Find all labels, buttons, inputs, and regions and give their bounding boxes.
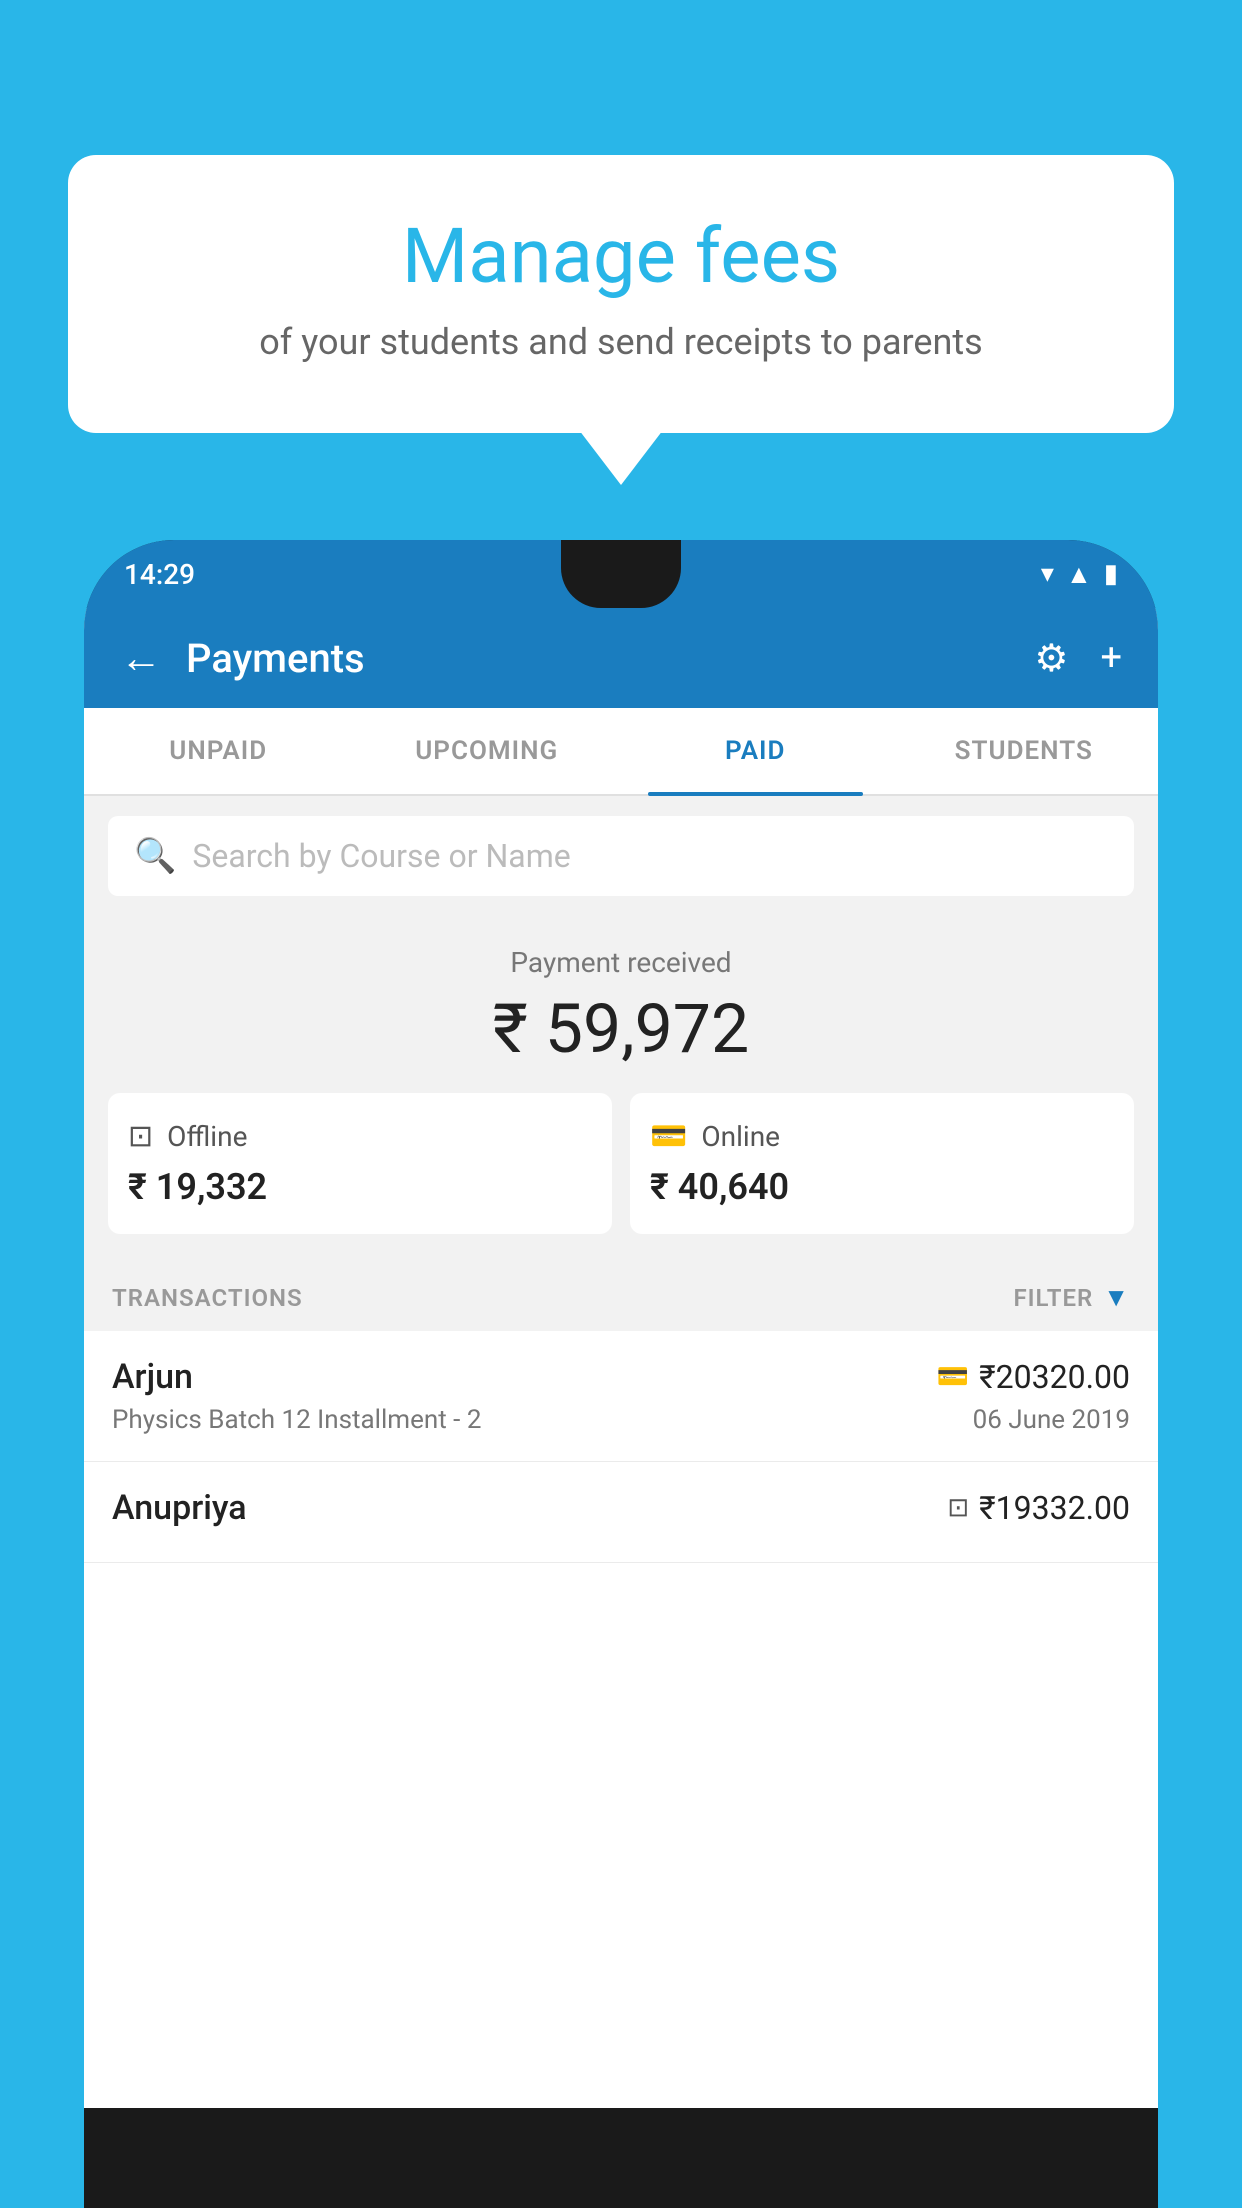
transaction-amount: 💳 ₹20320.00 [937,1358,1130,1396]
transaction-amount: ⊡ ₹19332.00 [947,1489,1130,1527]
notch [561,540,681,608]
offline-payment-icon: ⊡ [947,1493,969,1523]
payment-cards: ⊡ Offline ₹ 19,332 💳 Online ₹ 40,640 [108,1093,1134,1234]
filter-label: FILTER [1013,1284,1093,1312]
tab-paid[interactable]: PAID [621,708,890,794]
status-icons: ▾ ▲ ▮ [1041,559,1118,590]
tab-upcoming[interactable]: UPCOMING [353,708,622,794]
status-time: 14:29 [124,558,195,591]
signal-icon: ▲ [1066,559,1092,590]
filter-icon: ▼ [1103,1282,1130,1313]
settings-icon[interactable]: ⚙ [1034,636,1068,681]
app-header: ← Payments ⚙ + [84,608,1158,708]
tab-students[interactable]: STUDENTS [890,708,1159,794]
transaction-name: Arjun [112,1357,193,1397]
battery-icon: ▮ [1104,559,1118,589]
transaction-bottom: Physics Batch 12 Installment - 2 06 June… [112,1405,1130,1435]
transaction-top: Anupriya ⊡ ₹19332.00 [112,1488,1130,1528]
status-bar: 14:29 ▾ ▲ ▮ [84,540,1158,608]
tab-unpaid[interactable]: UNPAID [84,708,353,794]
transaction-name: Anupriya [112,1488,247,1528]
card-payment-icon: 💳 [937,1362,969,1392]
search-bar[interactable]: 🔍 Search by Course or Name [108,816,1134,896]
phone-inner: ← Payments ⚙ + UNPAID UPCOMING PAID STUD… [84,608,1158,2108]
page-title: Payments [186,635,1034,682]
bubble-subtitle: of your students and send receipts to pa… [118,321,1124,363]
online-card: 💳 Online ₹ 40,640 [630,1093,1134,1234]
filter-button[interactable]: FILTER ▼ [1013,1282,1130,1313]
phone-content: 🔍 Search by Course or Name Payment recei… [84,796,1158,1563]
transactions-label: TRANSACTIONS [112,1284,303,1312]
offline-amount: ₹ 19,332 [128,1166,267,1208]
phone-frame: 14:29 ▾ ▲ ▮ ← Payments ⚙ + UNPAID UPCOMI… [84,540,1158,2208]
header-actions: ⚙ + [1034,636,1122,681]
wifi-icon: ▾ [1041,559,1054,589]
search-placeholder-text: Search by Course or Name [192,837,570,875]
search-icon: 🔍 [134,836,176,876]
offline-label: Offline [167,1120,247,1153]
transaction-date: 06 June 2019 [973,1405,1130,1435]
offline-card: ⊡ Offline ₹ 19,332 [108,1093,612,1234]
table-row[interactable]: Arjun 💳 ₹20320.00 Physics Batch 12 Insta… [84,1331,1158,1462]
tabs: UNPAID UPCOMING PAID STUDENTS [84,708,1158,796]
online-icon: 💳 [650,1119,687,1154]
offline-icon: ⊡ [128,1119,153,1154]
payment-total-amount: ₹ 59,972 [104,989,1138,1069]
offline-card-header: ⊡ Offline [128,1119,247,1154]
speech-bubble: Manage fees of your students and send re… [68,155,1174,433]
online-amount: ₹ 40,640 [650,1166,789,1208]
transaction-course: Physics Batch 12 Installment - 2 [112,1405,481,1435]
amount-value: ₹20320.00 [979,1358,1130,1396]
online-card-header: 💳 Online [650,1119,780,1154]
amount-value: ₹19332.00 [979,1489,1130,1527]
bubble-title: Manage fees [118,215,1124,299]
payment-received-label: Payment received [104,946,1138,979]
back-button[interactable]: ← [120,634,162,683]
table-row[interactable]: Anupriya ⊡ ₹19332.00 [84,1462,1158,1563]
transaction-top: Arjun 💳 ₹20320.00 [112,1357,1130,1397]
online-label: Online [701,1120,780,1153]
add-icon[interactable]: + [1100,636,1122,680]
payment-summary: Payment received ₹ 59,972 ⊡ Offline ₹ 19… [84,916,1158,1254]
transactions-header: TRANSACTIONS FILTER ▼ [84,1254,1158,1331]
